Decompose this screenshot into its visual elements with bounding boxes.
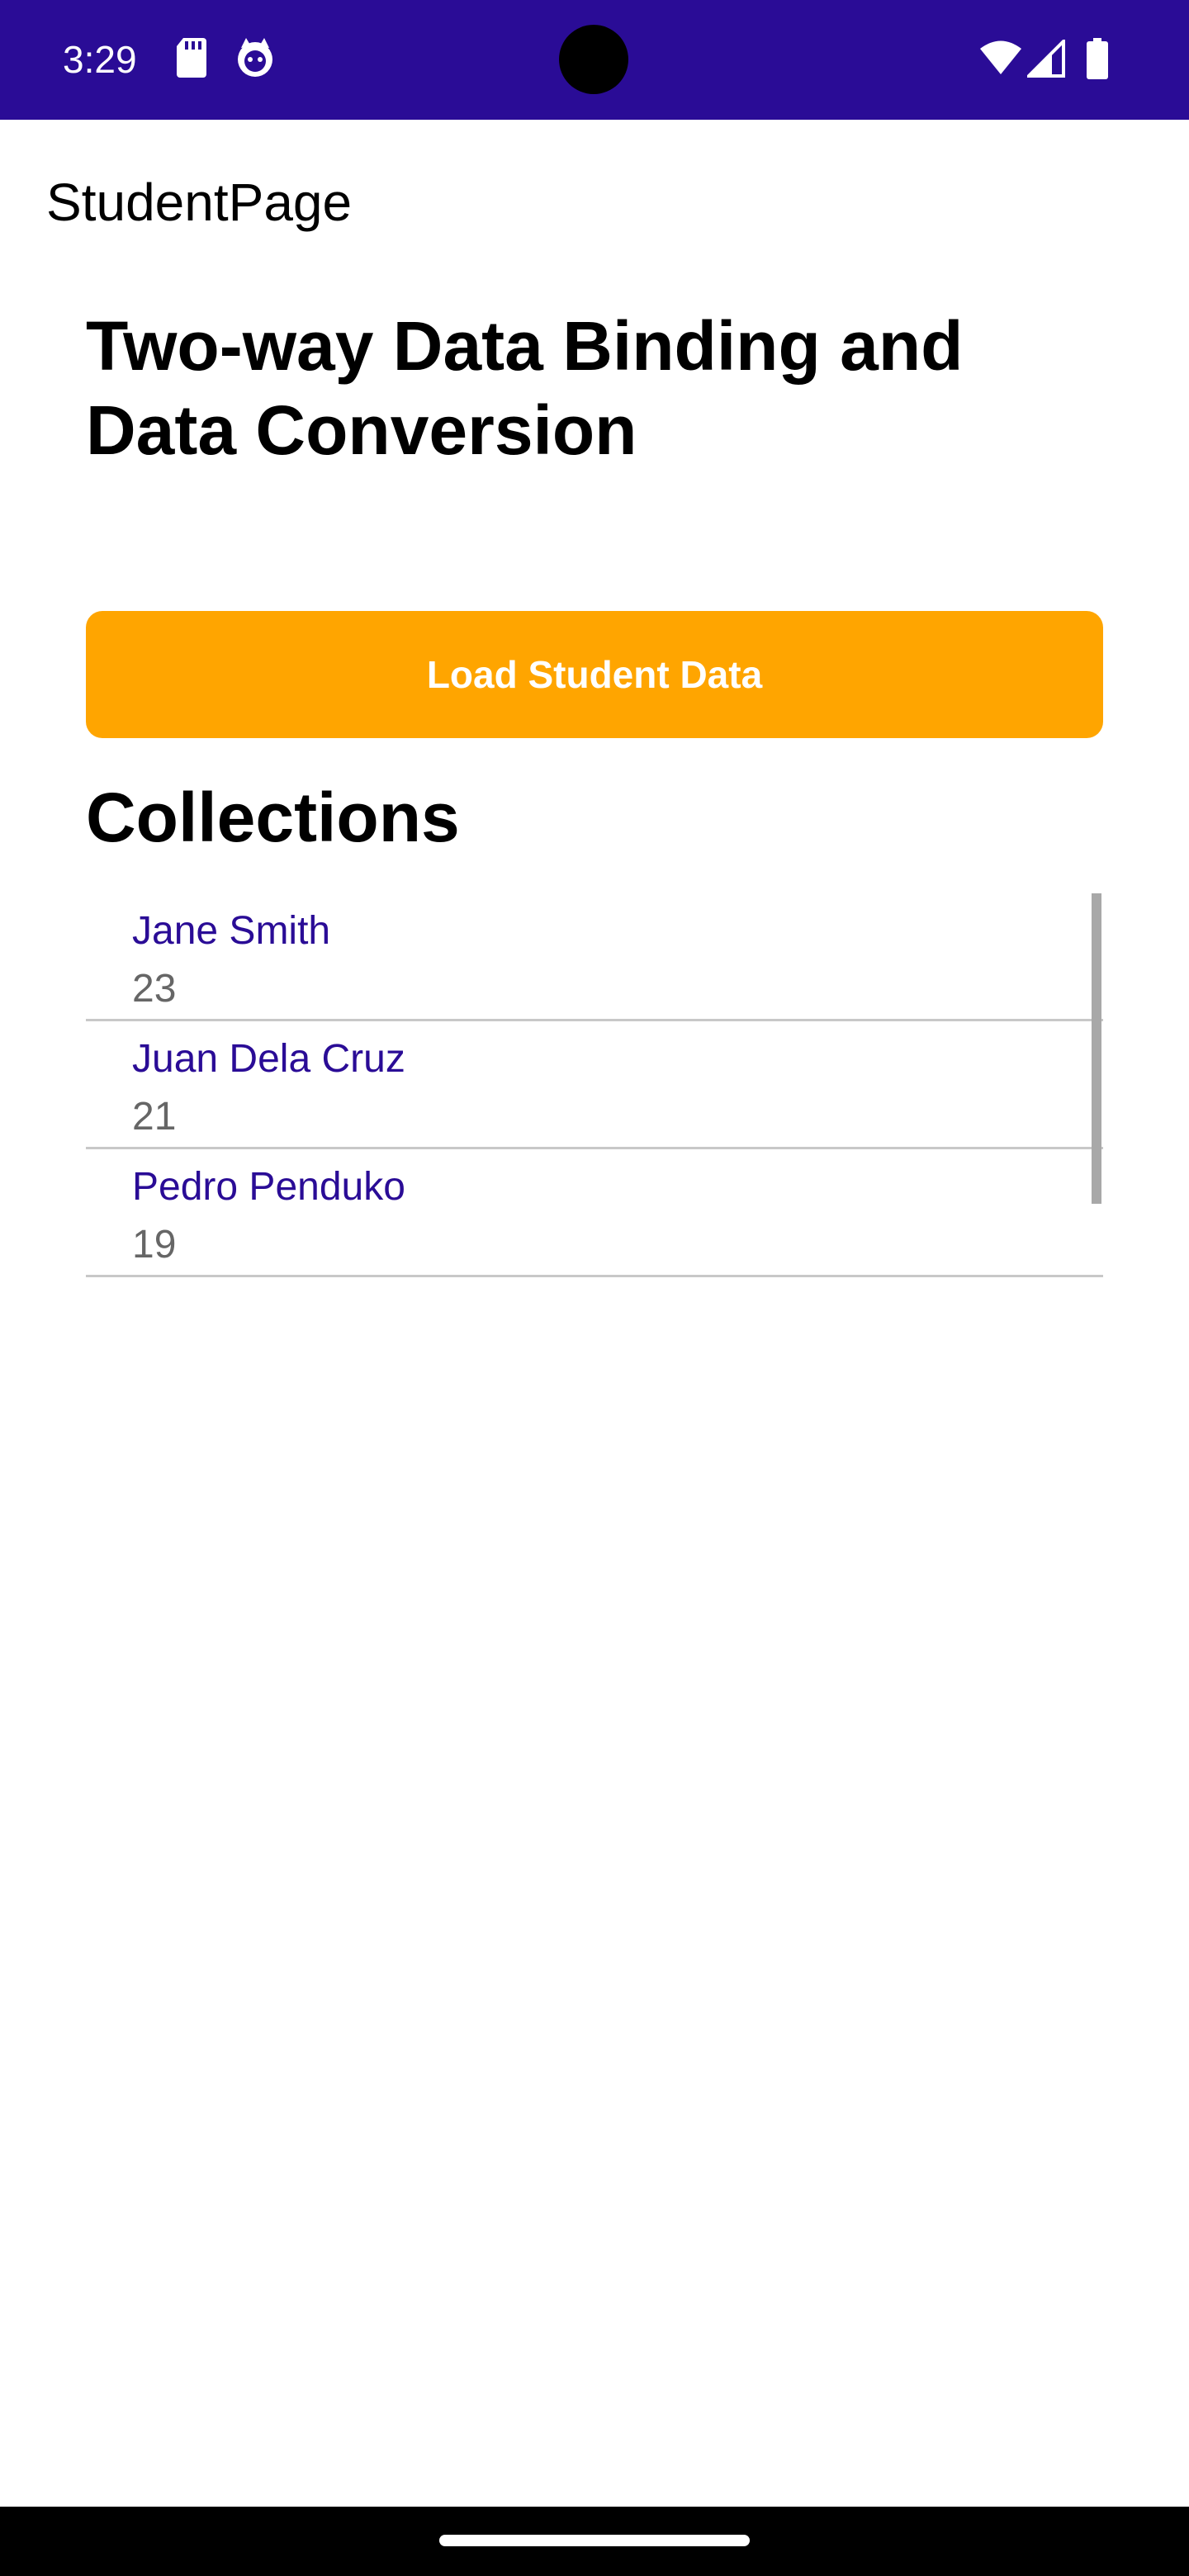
page-heading: Two-way Data Binding and Data Conversion xyxy=(86,307,964,469)
load-student-data-button[interactable]: Load Student Data xyxy=(86,611,1103,738)
notification-face-icon xyxy=(234,36,276,83)
student-name: Jane Smith xyxy=(132,909,331,953)
student-name: Pedro Penduko xyxy=(132,1165,405,1209)
list-scrollbar[interactable] xyxy=(1092,893,1101,1204)
cell-signal-icon xyxy=(1025,37,1065,82)
list-item[interactable]: Juan Dela Cruz 21 xyxy=(86,1021,1103,1149)
app-title: StudentPage xyxy=(46,173,353,232)
status-bar: 3:29 xyxy=(0,0,1189,120)
list-item[interactable]: Pedro Penduko 19 xyxy=(86,1149,1103,1277)
student-list[interactable]: Jane Smith 23 Juan Dela Cruz 21 Pedro Pe… xyxy=(86,893,1103,1277)
camera-cutout xyxy=(559,25,628,94)
collections-heading: Collections xyxy=(86,779,460,856)
status-time: 3:29 xyxy=(63,38,137,81)
student-age: 21 xyxy=(132,1095,177,1139)
sd-card-icon xyxy=(175,36,208,83)
wifi-icon xyxy=(979,40,1022,80)
app-screen: 3:29 StudentPage Two-way Data Binding an… xyxy=(0,0,1189,2576)
battery-icon xyxy=(1087,38,1108,83)
student-age: 23 xyxy=(132,967,177,1011)
student-name: Juan Dela Cruz xyxy=(132,1037,405,1081)
navigation-bar xyxy=(0,2507,1189,2576)
student-age: 19 xyxy=(132,1223,177,1267)
list-item[interactable]: Jane Smith 23 xyxy=(86,893,1103,1021)
home-indicator[interactable] xyxy=(439,2535,750,2546)
